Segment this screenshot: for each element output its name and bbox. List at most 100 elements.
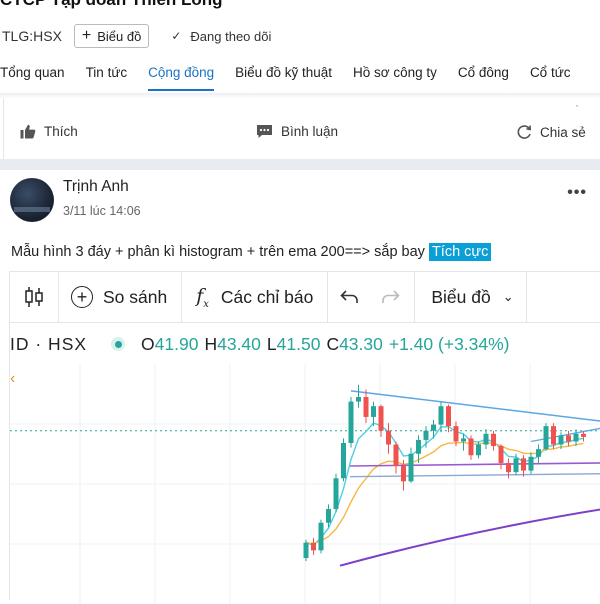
like-label: Thích — [44, 124, 78, 139]
indicators-button[interactable]: fx Các chỉ báo — [182, 272, 327, 322]
post-body: Mẫu hình 3 đáy + phân kì histogram + trê… — [11, 243, 492, 261]
candle-body — [573, 433, 579, 442]
candle-body — [521, 458, 526, 471]
candle-body — [341, 443, 346, 479]
candle-body — [491, 433, 496, 447]
candle-body — [476, 444, 481, 456]
candle-body — [393, 444, 399, 466]
candle-body — [498, 446, 504, 463]
add-circle-icon: + — [71, 286, 93, 308]
candle-body — [311, 542, 316, 551]
more-dot-icon: · — [575, 98, 579, 112]
tab-overview[interactable]: Tổng quan — [0, 62, 65, 90]
more-options-icon[interactable]: ••• — [567, 184, 587, 202]
toolbar-divider — [525, 272, 527, 322]
undo-button[interactable] — [328, 272, 370, 322]
post-text: Mẫu hình 3 đáy + phân kì histogram + trê… — [11, 244, 425, 260]
sentiment-badge: Tích cực — [428, 243, 492, 261]
tab-company-profile[interactable]: Hồ sơ công ty — [353, 62, 437, 90]
change-value: +1.40 (+3.34%) — [388, 333, 510, 354]
support-line — [349, 473, 600, 478]
function-icon: fx — [196, 284, 209, 310]
candle-body — [506, 462, 511, 473]
plus-icon: + — [81, 27, 92, 44]
compare-button[interactable]: + So sánh — [59, 272, 181, 322]
avatar[interactable] — [10, 178, 54, 222]
candle-body — [536, 449, 541, 457]
follow-button[interactable]: ✓ Đang theo dõi — [171, 29, 271, 44]
indicators-label: Các chỉ báo — [220, 286, 314, 307]
candlestick-icon[interactable] — [10, 272, 58, 322]
open-value: O41.90 — [141, 333, 199, 354]
ohlc-legend: ID · HSX O41.90 H43.40 L41.50 C43.30 +1.… — [10, 332, 510, 356]
candle-body — [378, 406, 384, 431]
chart-symbol: ID · HSX — [10, 333, 88, 354]
thumbs-up-icon — [20, 124, 36, 139]
redo-button[interactable] — [370, 272, 414, 322]
candle-body — [318, 522, 324, 551]
candle-body — [438, 406, 444, 425]
comment-button[interactable]: Bình luận — [256, 124, 338, 139]
candle-body — [551, 426, 556, 445]
chart-button[interactable]: + Biểu đồ — [73, 24, 150, 48]
trendline — [350, 390, 600, 422]
close-value: C43.30 — [326, 333, 383, 354]
candle-body — [303, 542, 309, 558]
candle-body — [461, 438, 466, 442]
share-button[interactable]: Chia sẻ — [516, 124, 586, 140]
support-line — [349, 462, 600, 467]
low-value: L41.50 — [266, 333, 321, 354]
ema-mid-line — [305, 441, 584, 545]
post-author[interactable]: Trịnh Anh — [63, 178, 129, 196]
candle-body — [543, 426, 549, 450]
market-status-icon — [111, 337, 126, 351]
post-timestamp: 3/11 lúc 14:06 — [63, 204, 141, 218]
chart-type-label: Biểu đồ — [431, 286, 491, 307]
candle-body — [371, 406, 376, 417]
share-label: Chia sẻ — [540, 124, 586, 140]
previous-post-footer: · Thích Bình luận Chia sẻ — [3, 98, 600, 159]
high-value: H43.40 — [204, 333, 261, 354]
follow-label: Đang theo dõi — [190, 28, 272, 44]
tab-community[interactable]: Cộng đồng — [148, 62, 215, 91]
compare-label: So sánh — [103, 286, 168, 307]
check-icon: ✓ — [171, 29, 182, 43]
like-button[interactable]: Thích — [20, 124, 78, 139]
chart-toolbar: + So sánh fx Các chỉ báo Biểu đồ ⌄ — [10, 272, 600, 323]
comment-icon — [257, 125, 272, 138]
redo-icon — [382, 290, 400, 303]
candle-body — [326, 508, 331, 523]
candle-body — [453, 426, 459, 442]
feed-separator — [0, 159, 600, 170]
candle-body — [566, 435, 571, 442]
tab-bar: Tổng quan Tin tức Cộng đồng Biểu đồ kỹ t… — [0, 62, 591, 91]
page-title: CTCP Tập đoàn Thiên Long — [0, 0, 223, 10]
share-icon — [517, 125, 532, 139]
tab-shareholders[interactable]: Cổ đông — [458, 62, 509, 90]
candle-body — [483, 433, 489, 445]
ticker-symbol: TLG:HSX — [2, 28, 62, 44]
candle-body — [401, 466, 406, 482]
candle-body — [363, 397, 369, 417]
candle-body — [558, 435, 564, 445]
price-chart[interactable] — [10, 364, 600, 604]
tab-dividends[interactable]: Cổ tức — [530, 62, 571, 90]
undo-icon — [340, 290, 359, 303]
candle-body — [431, 424, 436, 431]
comment-label: Bình luận — [281, 124, 339, 139]
tab-technical-chart[interactable]: Biểu đồ kỹ thuật — [235, 62, 332, 90]
post-actions: Thích Bình luận Chia sẻ — [4, 124, 600, 148]
ticker-row: TLG:HSX + Biểu đồ ✓ Đang theo dõi — [0, 24, 271, 48]
candle-body — [386, 430, 391, 445]
candle-body — [468, 438, 474, 456]
candle-body — [333, 478, 339, 509]
candle-body — [513, 458, 519, 473]
candle-body — [348, 401, 354, 443]
tab-news[interactable]: Tin tức — [86, 62, 128, 90]
candle-body — [528, 456, 534, 471]
candle-body — [423, 430, 429, 440]
candle-body — [446, 406, 451, 427]
candle-body — [408, 453, 414, 482]
chart-type-dropdown[interactable]: Biểu đồ ⌄ — [415, 272, 525, 322]
trendline — [530, 427, 600, 443]
